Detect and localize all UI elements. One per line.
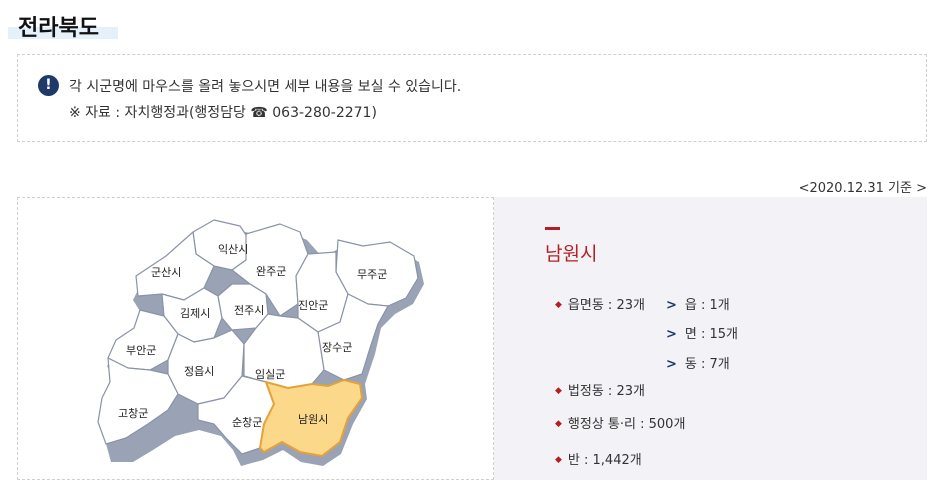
label-gochang: 고창군 bbox=[118, 407, 148, 420]
sub-stat-dong: > 동 : 7개 bbox=[666, 357, 730, 372]
label-jeonju: 전주시 bbox=[234, 304, 264, 317]
label-sunchang: 순창군 bbox=[232, 416, 262, 429]
label-buan: 부안군 bbox=[126, 344, 156, 357]
diamond-bullet-icon: ◆ bbox=[555, 455, 562, 465]
label-muju: 무주군 bbox=[357, 268, 387, 281]
stat-beopjeongdong: ◆ 법정동 : 23개 bbox=[555, 384, 645, 399]
sub-stat-myeon: > 면 : 15개 bbox=[666, 327, 739, 342]
date-basis: <2020.12.31 기준 > bbox=[798, 181, 927, 196]
label-imsil: 임실군 bbox=[255, 368, 285, 381]
label-jinan: 진안군 bbox=[298, 299, 328, 312]
label-gunsan: 군산시 bbox=[151, 266, 181, 279]
chevron-right-icon: > bbox=[666, 327, 677, 342]
accent-bar bbox=[545, 227, 560, 230]
label-iksan: 익산시 bbox=[218, 243, 248, 256]
info-panel: 남원시 ◆ 읍면동 : 23개 > 읍 : 1개 > 면 : 15개 > 동 : 7개 … bbox=[494, 197, 927, 480]
stat-eupmyeondong: ◆ 읍면동 : 23개 bbox=[555, 298, 645, 313]
jeonbuk-map: .rg { fill: #ffffff; stroke: #8a93a6; st… bbox=[97, 219, 424, 466]
chevron-right-icon: > bbox=[666, 298, 677, 313]
sub-stat-eup: > 읍 : 1개 bbox=[666, 298, 730, 313]
label-namwon: 남원시 bbox=[298, 413, 328, 426]
page-title: 전라북도 bbox=[18, 16, 99, 41]
chevron-right-icon: > bbox=[666, 357, 677, 372]
exclamation-circle-icon: ! bbox=[38, 75, 59, 96]
label-gimje: 김제시 bbox=[180, 307, 210, 320]
stat-tong-ri: ◆ 행정상 통·리 : 500개 bbox=[555, 417, 686, 432]
label-jangsu: 장수군 bbox=[322, 341, 352, 354]
notice-box: ! 각 시군명에 마우스를 올려 놓으시면 세부 내용을 보실 수 있습니다. … bbox=[17, 54, 927, 142]
diamond-bullet-icon: ◆ bbox=[555, 386, 562, 396]
stat-ban: ◆ 반 : 1,442개 bbox=[555, 453, 642, 468]
selected-city-name: 남원시 bbox=[545, 243, 598, 265]
map-panel: .rg { fill: #ffffff; stroke: #8a93a6; st… bbox=[17, 197, 494, 480]
notice-source: ※ 자료 : 자치행정과(행정담당 ☎ 063-280-2271) bbox=[69, 105, 377, 121]
label-jeongeup: 정읍시 bbox=[184, 365, 214, 378]
diamond-bullet-icon: ◆ bbox=[555, 419, 562, 429]
label-wanju: 완주군 bbox=[256, 265, 286, 278]
notice-instruction: 각 시군명에 마우스를 올려 놓으시면 세부 내용을 보실 수 있습니다. bbox=[69, 79, 462, 95]
diamond-bullet-icon: ◆ bbox=[555, 300, 562, 310]
